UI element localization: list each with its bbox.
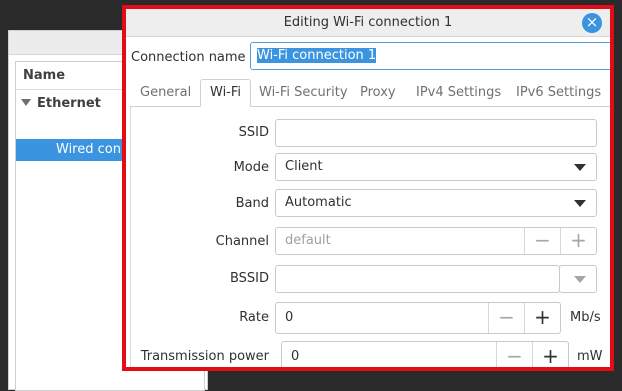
tab-proxy[interactable]: Proxy bbox=[360, 85, 396, 100]
plus-icon: + bbox=[534, 305, 551, 329]
rate-spinbox[interactable]: 0 − + bbox=[275, 302, 561, 334]
minus-icon: − bbox=[534, 228, 551, 252]
tx-power-spinbox[interactable]: 0 − + bbox=[281, 341, 569, 368]
dialog-title: Editing Wi-Fi connection 1 bbox=[283, 15, 453, 30]
close-button[interactable]: × bbox=[582, 13, 602, 33]
tab-bar: General Wi-Fi Wi-Fi Security Proxy IPv4 … bbox=[130, 79, 610, 107]
dropdown-arrow-icon bbox=[574, 200, 586, 207]
connection-name-value: Wi-Fi connection 1 bbox=[257, 48, 377, 63]
close-icon: × bbox=[585, 13, 599, 31]
band-select[interactable]: Automatic bbox=[275, 189, 597, 217]
rate-increment-button[interactable]: + bbox=[524, 303, 560, 333]
ethernet-group-label: Ethernet bbox=[37, 96, 101, 111]
channel-value: default bbox=[285, 233, 331, 248]
tab-ipv4-settings[interactable]: IPv4 Settings bbox=[416, 85, 501, 100]
minus-icon: − bbox=[506, 344, 523, 368]
tx-power-unit: mW bbox=[577, 349, 603, 364]
rate-unit: Mb/s bbox=[570, 310, 601, 325]
dialog-titlebar: Editing Wi-Fi connection 1 × bbox=[126, 9, 610, 37]
rate-label: Rate bbox=[239, 310, 269, 325]
tx-power-value: 0 bbox=[291, 349, 300, 364]
connection-name-input[interactable]: Wi-Fi connection 1 bbox=[250, 42, 610, 70]
channel-label: Channel bbox=[215, 234, 269, 249]
mode-value: Client bbox=[285, 159, 323, 174]
channel-decrement-button[interactable]: − bbox=[524, 228, 560, 254]
band-label: Band bbox=[235, 196, 269, 211]
dropdown-arrow-icon bbox=[574, 276, 586, 283]
ethernet-group[interactable]: Ethernet bbox=[16, 94, 101, 116]
tx-power-label: Transmission power bbox=[140, 349, 269, 364]
ssid-input[interactable] bbox=[275, 119, 597, 147]
rate-value: 0 bbox=[285, 310, 294, 325]
mode-select[interactable]: Client bbox=[275, 153, 597, 181]
tab-general[interactable]: General bbox=[140, 85, 191, 100]
ssid-label: SSID bbox=[238, 125, 269, 140]
edit-connection-dialog: Editing Wi-Fi connection 1 × Connection … bbox=[122, 5, 614, 371]
tx-power-increment-button[interactable]: + bbox=[532, 342, 568, 368]
tab-ipv6-settings[interactable]: IPv6 Settings bbox=[516, 85, 601, 100]
channel-spinbox[interactable]: default − + bbox=[275, 227, 597, 255]
tx-power-decrement-button[interactable]: − bbox=[496, 342, 532, 368]
plus-icon: + bbox=[542, 344, 559, 368]
tab-wifi-security[interactable]: Wi-Fi Security bbox=[259, 85, 348, 100]
channel-increment-button[interactable]: + bbox=[560, 228, 596, 254]
minus-icon: − bbox=[498, 305, 515, 329]
plus-icon: + bbox=[570, 228, 587, 252]
wifi-settings-panel: SSID Mode Client Band Automatic Channel … bbox=[130, 107, 610, 368]
expand-triangle-icon[interactable] bbox=[21, 99, 31, 106]
tab-wifi[interactable]: Wi-Fi bbox=[200, 79, 252, 107]
dropdown-arrow-icon bbox=[574, 164, 586, 171]
rate-decrement-button[interactable]: − bbox=[488, 303, 524, 333]
bssid-input[interactable] bbox=[275, 265, 560, 293]
bssid-dropdown-button[interactable] bbox=[559, 265, 597, 293]
connection-name-label: Connection name bbox=[131, 50, 246, 65]
mode-label: Mode bbox=[233, 160, 269, 175]
bssid-label: BSSID bbox=[229, 271, 269, 286]
band-value: Automatic bbox=[285, 195, 352, 210]
